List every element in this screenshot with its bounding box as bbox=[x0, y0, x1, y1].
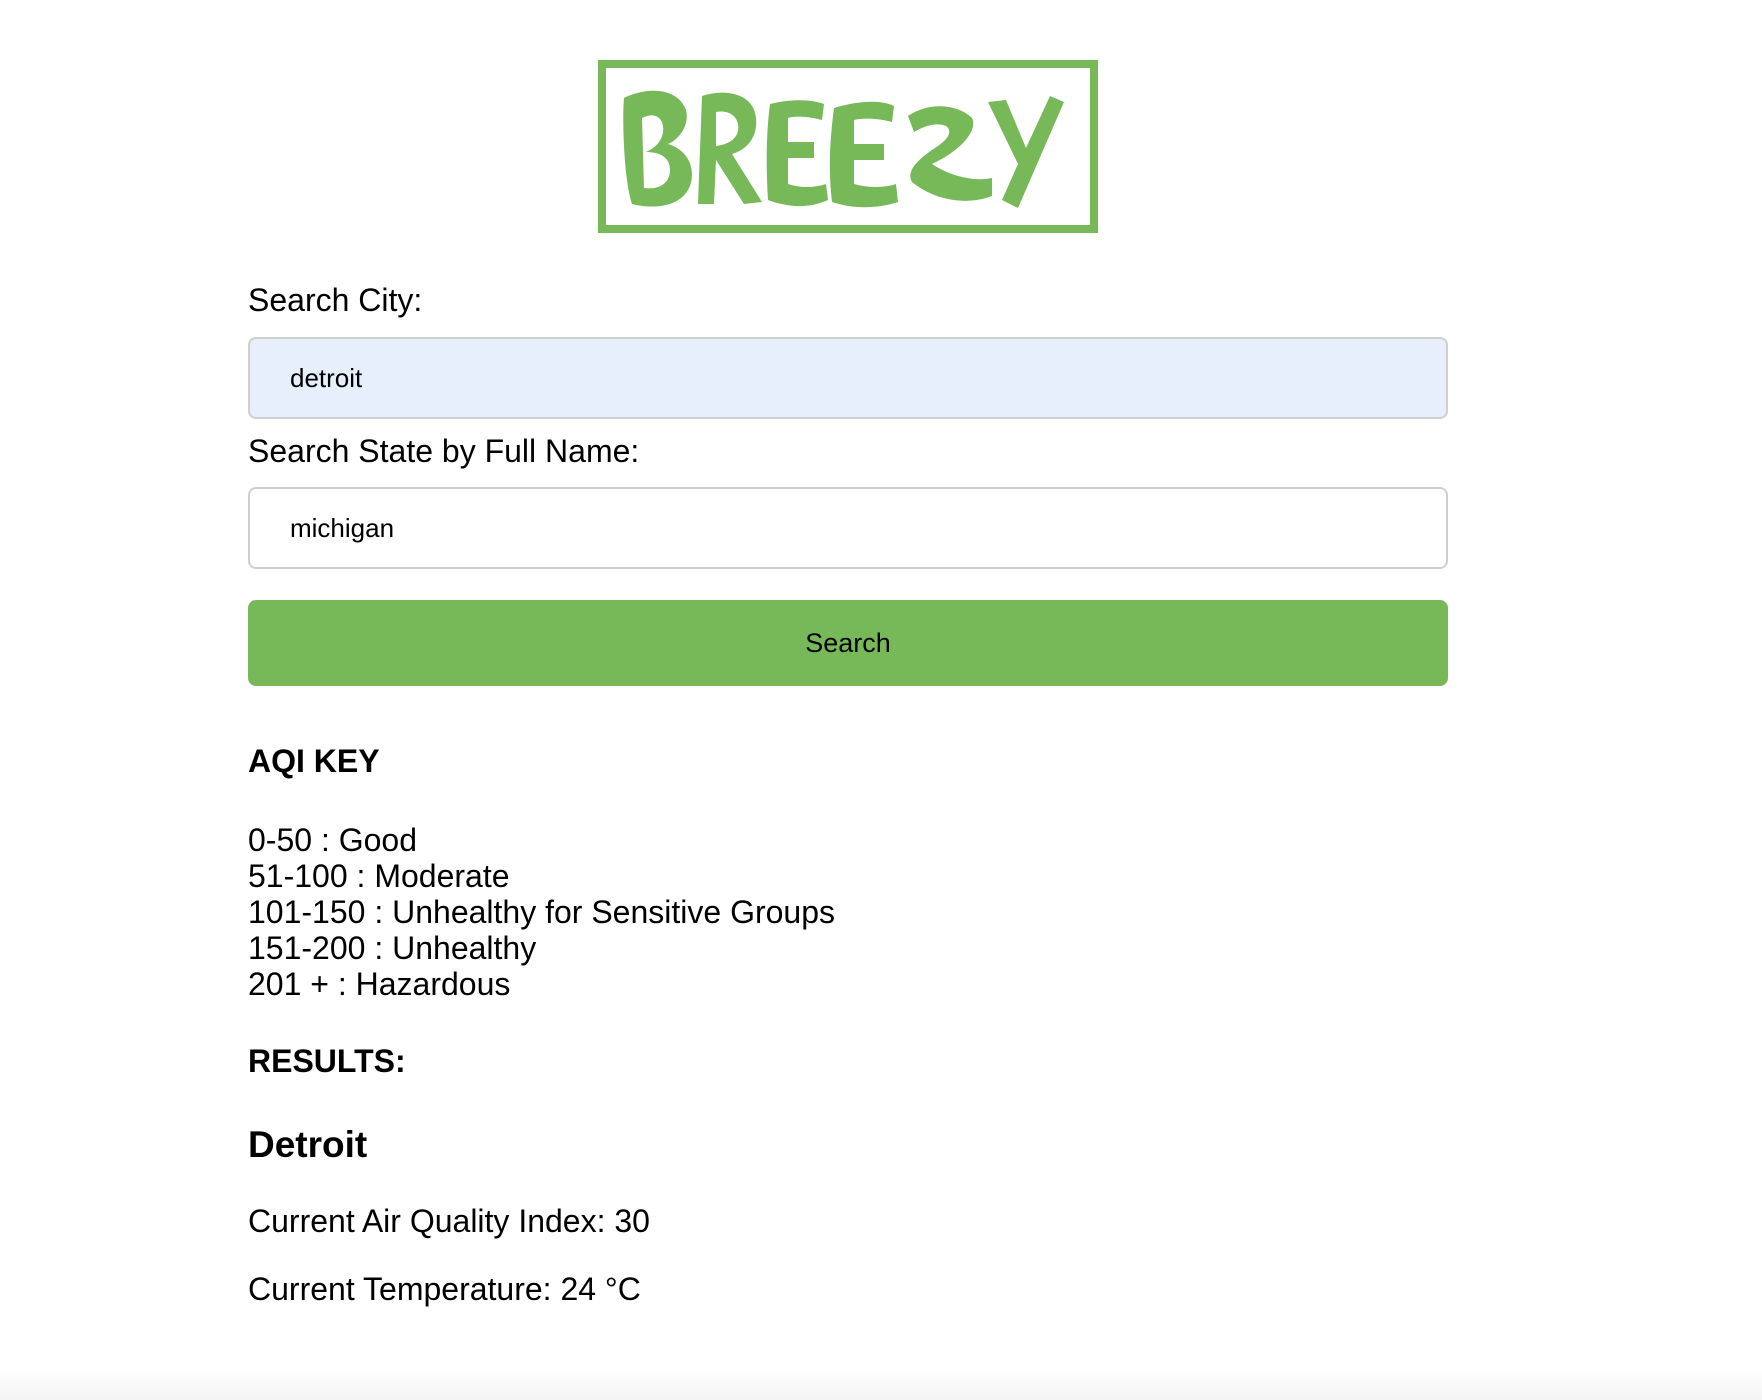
aqi-key-item: 101-150 : Unhealthy for Sensitive Groups bbox=[248, 894, 835, 930]
temperature-text: Current Temperature: 24 °C bbox=[248, 1271, 641, 1307]
aqi-key-item: 51-100 : Moderate bbox=[248, 858, 510, 894]
city-input[interactable] bbox=[248, 337, 1448, 419]
bottom-edge-shadow bbox=[0, 1370, 1762, 1400]
air-quality-index-text: Current Air Quality Index: 30 bbox=[248, 1203, 650, 1239]
aqi-key-heading: AQI KEY bbox=[248, 743, 380, 779]
aqi-key-item: 0-50 : Good bbox=[248, 822, 417, 858]
state-label: Search State by Full Name: bbox=[248, 433, 640, 469]
aqi-key-item: 201 + : Hazardous bbox=[248, 966, 511, 1002]
page: Search City: Search State by Full Name: … bbox=[0, 0, 1762, 1400]
aqi-key-list: 0-50 : Good 51-100 : Moderate 101-150 : Un… bbox=[248, 822, 835, 1002]
result-city-name: Detroit bbox=[248, 1124, 368, 1165]
state-input[interactable] bbox=[248, 487, 1448, 569]
city-label: Search City: bbox=[248, 282, 423, 318]
breezy-logo bbox=[598, 60, 1098, 233]
search-button[interactable]: Search bbox=[248, 600, 1448, 686]
aqi-key-item: 151-200 : Unhealthy bbox=[248, 930, 537, 966]
results-heading: RESULTS: bbox=[248, 1043, 406, 1079]
